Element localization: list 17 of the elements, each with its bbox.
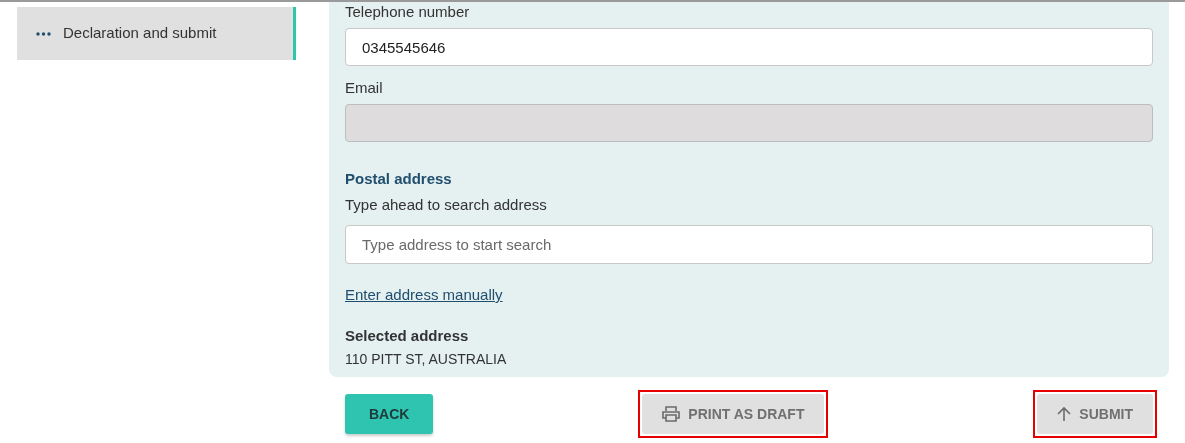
field-label: Email bbox=[345, 78, 384, 98]
printer-icon bbox=[662, 406, 681, 422]
ellipsis-icon bbox=[36, 31, 51, 36]
manual-address-link[interactable]: Enter address manually bbox=[345, 284, 503, 307]
up-arrow-icon bbox=[1057, 406, 1072, 422]
submit-button[interactable]: SUBMIT bbox=[1037, 394, 1153, 434]
field-hint: Type ahead to search address bbox=[345, 194, 548, 215]
section-heading: Postal address bbox=[345, 169, 453, 189]
sidebar-item-label: Declaration and submit bbox=[63, 23, 217, 44]
field-label: Telephone number bbox=[345, 2, 471, 22]
sidebar-item[interactable]: Declaration and submit bbox=[17, 7, 296, 60]
address-search-field[interactable]: Type address to start search bbox=[345, 225, 1153, 264]
selected-address-value: 110 PITT ST, AUSTRALIA bbox=[345, 350, 508, 369]
print-draft-button[interactable]: PRINT AS DRAFT bbox=[642, 394, 825, 434]
back-button[interactable]: BACK bbox=[345, 394, 434, 434]
telephone-field[interactable]: 0345545646 bbox=[345, 28, 1153, 66]
selected-address-label: Selected address bbox=[345, 325, 470, 346]
